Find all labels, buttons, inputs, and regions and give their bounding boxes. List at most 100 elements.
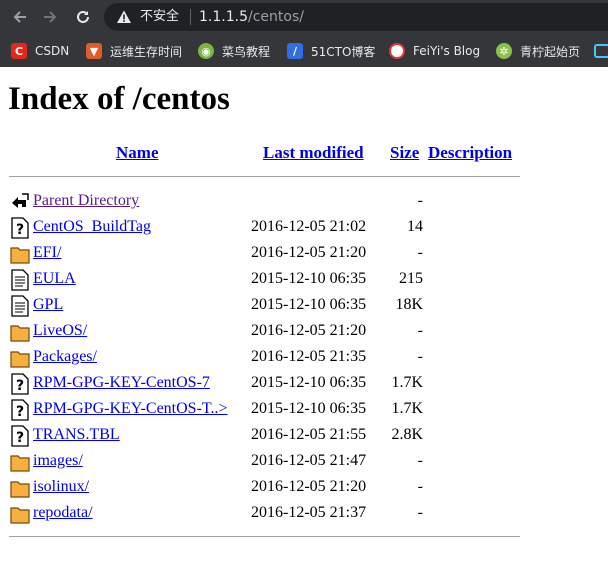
column-header-name[interactable]: Name — [116, 143, 158, 163]
url-path: /centos/ — [247, 9, 304, 25]
column-header-size[interactable]: Size — [390, 143, 419, 163]
entry-name[interactable]: isolinux/ — [33, 478, 89, 496]
reload-icon — [77, 10, 89, 23]
entry-name[interactable]: EFI/ — [33, 244, 61, 262]
reload-button[interactable] — [72, 6, 94, 28]
bookmark-label: 运维生存时间 — [110, 44, 183, 59]
entry-name[interactable]: CentOS_BuildTag — [33, 218, 151, 236]
bookmark-csdn[interactable]: C CSDN — [11, 41, 69, 61]
entry-name[interactable]: LiveOS/ — [33, 322, 87, 340]
forward-button[interactable] — [39, 6, 61, 28]
sort-by-name-link[interactable]: Name — [116, 143, 158, 162]
table-row: Parent Directory - — [0, 188, 608, 214]
bookmark-label: 菜鸟教程 — [222, 44, 271, 59]
entry-link[interactable]: LiveOS/ — [33, 322, 87, 339]
bookmark-runoob[interactable]: ◉ 菜鸟教程 — [198, 41, 270, 61]
column-header-description[interactable]: Description — [428, 143, 512, 163]
entry-name[interactable]: TRANS.TBL — [33, 426, 120, 444]
entry-link[interactable]: CentOS_BuildTag — [33, 218, 151, 235]
entry-size: 1.7K — [391, 400, 423, 417]
bookmark-feiyi-blog[interactable]: FeiYi's Blog — [389, 41, 480, 61]
table-row: ? RPM-GPG-KEY-CentOS-7 2015-12-10 06:35 … — [0, 370, 608, 396]
csdn-icon: C — [11, 43, 27, 59]
entry-size: 215 — [399, 270, 423, 287]
bookmark-label: 青柠起始页 — [520, 44, 581, 59]
entry-name[interactable]: Packages/ — [33, 348, 97, 366]
table-row: ? CentOS_BuildTag 2016-12-05 21:02 14 — [0, 214, 608, 240]
entry-size: - — [417, 192, 423, 209]
unknown-file-icon: ? — [11, 217, 29, 239]
entry-size: - — [417, 244, 423, 261]
table-row: images/ 2016-12-05 21:47 - — [0, 448, 608, 474]
table-row: EULA 2015-12-10 06:35 215 — [0, 266, 608, 292]
arrow-left-icon — [13, 11, 26, 23]
entry-size: 2.8K — [391, 426, 423, 443]
pokeball-icon — [389, 43, 405, 59]
entry-link[interactable]: repodata/ — [33, 504, 93, 521]
entry-link[interactable]: RPM-GPG-KEY-CentOS-T..> — [33, 400, 228, 417]
qingning-icon: ✲ — [496, 43, 512, 59]
svg-text:?: ? — [16, 222, 24, 238]
unknown-file-icon: ? — [11, 425, 29, 447]
svg-text:?: ? — [16, 404, 24, 420]
entry-name[interactable]: RPM-GPG-KEY-CentOS-7 — [33, 374, 210, 392]
entry-link[interactable]: Packages/ — [33, 348, 97, 365]
entry-link[interactable]: EULA — [33, 270, 76, 287]
omnibox-divider — [190, 9, 191, 25]
folder-icon — [10, 325, 30, 342]
folder-icon — [10, 455, 30, 472]
back-button[interactable] — [9, 6, 31, 28]
bookmark-51cto[interactable]: / 51CTO博客 — [287, 41, 375, 61]
table-row: ? TRANS.TBL 2016-12-05 21:55 2.8K — [0, 422, 608, 448]
url-text[interactable]: 1.1.1.5/centos/ — [199, 8, 304, 26]
table-row: Packages/ 2016-12-05 21:35 - — [0, 344, 608, 370]
entry-name[interactable]: GPL — [33, 296, 63, 314]
warning-icon[interactable] — [116, 9, 132, 25]
entry-link[interactable]: TRANS.TBL — [33, 426, 120, 443]
entry-modified: 2016-12-05 21:37 — [251, 504, 367, 521]
sort-by-description-link[interactable]: Description — [428, 143, 512, 162]
entry-modified: 2015-12-10 06:35 — [251, 374, 367, 391]
bookmark-yunwei[interactable]: ▼ 运维生存时间 — [86, 41, 182, 61]
table-row: isolinux/ 2016-12-05 21:20 - — [0, 474, 608, 500]
entry-modified: 2015-12-10 06:35 — [251, 400, 367, 417]
entry-link[interactable]: GPL — [33, 296, 63, 313]
entry-name[interactable]: Parent Directory — [33, 192, 139, 210]
unknown-file-icon: ? — [11, 399, 29, 421]
entry-link[interactable]: images/ — [33, 452, 83, 469]
folder-icon — [10, 481, 30, 498]
entry-size: 1.7K — [391, 374, 423, 391]
column-header-last-modified[interactable]: Last modified — [263, 143, 364, 163]
security-status-label[interactable]: 不安全 — [140, 9, 179, 25]
sort-by-modified-link[interactable]: Last modified — [263, 143, 364, 162]
bookmarks-bar: C CSDN ▼ 运维生存时间 ◉ 菜鸟教程 / 51CTO博客 FeiYi's… — [0, 34, 608, 67]
entry-name[interactable]: RPM-GPG-KEY-CentOS-T..> — [33, 400, 228, 418]
sort-by-size-link[interactable]: Size — [390, 143, 419, 162]
entry-link[interactable]: EFI/ — [33, 244, 61, 261]
entry-size: 14 — [407, 218, 423, 235]
bookmark-qingning[interactable]: ✲ 青柠起始页 — [496, 41, 580, 61]
parent-directory-link[interactable]: Parent Directory — [33, 192, 139, 209]
arrow-right-icon — [44, 11, 57, 23]
entry-size: 18K — [395, 296, 423, 313]
folder-outline-icon — [594, 44, 608, 58]
page-content: Index of /centos Name Last modified Size… — [0, 67, 608, 575]
table-row: GPL 2015-12-10 06:35 18K — [0, 292, 608, 318]
51cto-icon: / — [287, 43, 303, 59]
bookmark-overflow[interactable] — [594, 41, 608, 61]
table-row: repodata/ 2016-12-05 21:37 - — [0, 500, 608, 526]
entry-modified: 2016-12-05 21:20 — [251, 478, 367, 495]
entry-link[interactable]: isolinux/ — [33, 478, 89, 495]
entry-name[interactable]: EULA — [33, 270, 76, 288]
entry-modified: 2015-12-10 06:35 — [251, 270, 367, 287]
address-bar[interactable]: 不安全 1.1.1.5/centos/ — [104, 3, 608, 31]
browser-toolbar: 不安全 1.1.1.5/centos/ — [0, 0, 608, 34]
entry-link[interactable]: RPM-GPG-KEY-CentOS-7 — [33, 374, 210, 391]
entry-name[interactable]: repodata/ — [33, 504, 93, 522]
table-row: LiveOS/ 2016-12-05 21:20 - — [0, 318, 608, 344]
browser-chrome: 不安全 1.1.1.5/centos/ C CSDN ▼ 运维生存时间 ◉ 菜鸟… — [0, 0, 608, 67]
bottom-divider — [9, 536, 520, 537]
entry-name[interactable]: images/ — [33, 452, 83, 470]
entry-size: - — [417, 478, 423, 495]
table-row: EFI/ 2016-12-05 21:20 - — [0, 240, 608, 266]
